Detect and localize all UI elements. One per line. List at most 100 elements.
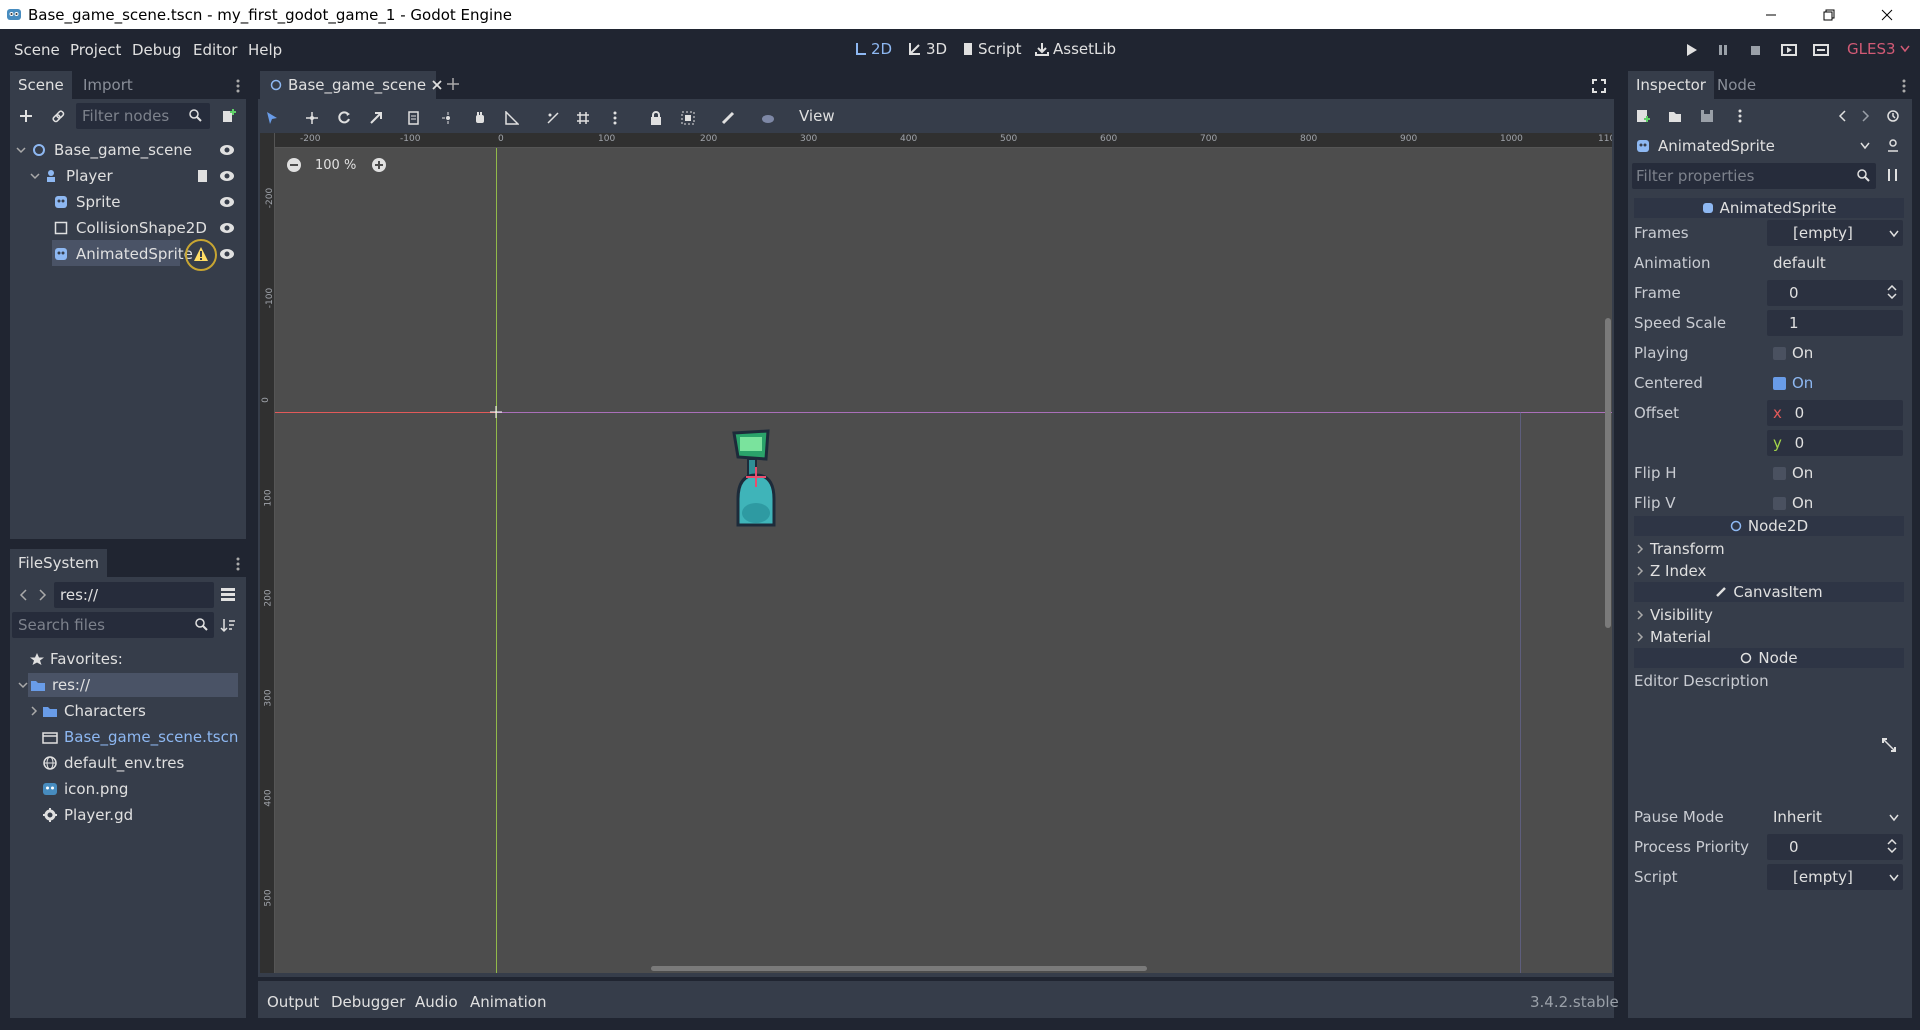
view-menu[interactable]: View — [799, 107, 835, 125]
attach-script-icon[interactable] — [221, 108, 237, 124]
select-tool-icon[interactable] — [261, 107, 283, 129]
spinner-icon[interactable] — [1887, 285, 1897, 299]
zoom-in-icon[interactable] — [371, 157, 387, 173]
prop-animation-value[interactable]: default — [1773, 254, 1826, 272]
path-field[interactable]: res:// — [54, 582, 214, 608]
script-icon[interactable] — [197, 169, 209, 183]
tab-animation[interactable]: Animation — [470, 993, 546, 1011]
add-node-icon[interactable] — [18, 108, 34, 124]
chevron-down-icon[interactable] — [30, 171, 40, 181]
dock-menu-icon[interactable] — [236, 557, 240, 571]
tab-node[interactable]: Node — [1709, 71, 1764, 99]
workspace-2d-button[interactable]: 2D — [855, 40, 892, 58]
menu-project[interactable]: Project — [70, 41, 121, 59]
tree-node-player[interactable]: Player — [30, 164, 113, 188]
play-icon[interactable] — [1684, 43, 1698, 57]
chevron-down-icon[interactable] — [18, 680, 28, 690]
pivot-tool-icon[interactable] — [437, 107, 459, 129]
spinner-icon[interactable] — [1887, 839, 1897, 853]
visibility-eye-icon[interactable] — [219, 221, 235, 235]
back-arrow-icon[interactable] — [18, 588, 28, 602]
smart-snap-icon[interactable] — [542, 107, 564, 129]
visibility-eye-icon[interactable] — [219, 195, 235, 209]
renderer-dropdown[interactable]: GLES3 — [1847, 40, 1910, 58]
chevron-down-icon[interactable] — [16, 145, 26, 155]
tab-debugger[interactable]: Debugger — [331, 993, 405, 1011]
prop-frame-value[interactable]: 0 — [1767, 280, 1903, 306]
grid-snap-icon[interactable] — [572, 107, 594, 129]
dock-menu-icon[interactable] — [236, 79, 240, 93]
more-options-icon[interactable] — [1738, 109, 1742, 123]
visibility-eye-icon[interactable] — [219, 143, 235, 157]
visibility-eye-icon[interactable] — [219, 247, 235, 261]
menu-scene[interactable]: Scene — [14, 41, 60, 59]
prop-frames-value[interactable]: [empty] — [1767, 220, 1903, 246]
favorites-row[interactable]: Favorites: — [30, 647, 123, 671]
group-visibility[interactable]: Visibility — [1636, 606, 1713, 624]
new-scene-tab-icon[interactable] — [446, 77, 460, 91]
close-icon[interactable] — [432, 80, 442, 90]
lock-icon[interactable] — [645, 107, 667, 129]
fs-item-res-root[interactable]: res:// — [18, 673, 90, 697]
fs-item-characters[interactable]: Characters — [30, 699, 146, 723]
workspace-assetlib-button[interactable]: AssetLib — [1035, 40, 1116, 58]
forward-arrow-icon[interactable] — [38, 588, 48, 602]
viewport[interactable]: -200 -100 0 100 200 300 400 500 600 700 … — [260, 133, 1612, 973]
prop-script-value[interactable]: [empty] — [1767, 864, 1903, 890]
snap-options-icon[interactable] — [604, 107, 626, 129]
tab-import[interactable]: Import — [75, 71, 141, 99]
instance-child-icon[interactable] — [50, 108, 66, 124]
prop-centered-checkbox[interactable]: On — [1773, 374, 1813, 392]
rotate-tool-icon[interactable] — [333, 107, 355, 129]
ruler-tool-icon[interactable] — [501, 107, 523, 129]
dock-menu-icon[interactable] — [1902, 79, 1906, 93]
skeleton-icon[interactable] — [717, 107, 739, 129]
open-folder-icon[interactable] — [1668, 109, 1682, 123]
group-material[interactable]: Material — [1636, 628, 1711, 646]
workspace-script-button[interactable]: Script — [962, 40, 1022, 58]
close-window-button[interactable] — [1864, 0, 1910, 29]
prop-fliph-checkbox[interactable]: On — [1773, 464, 1813, 482]
tree-node-base-game-scene[interactable]: Base_game_scene — [16, 138, 192, 162]
tab-output[interactable]: Output — [267, 993, 319, 1011]
tree-node-collisionshape2d[interactable]: CollisionShape2D — [54, 216, 207, 240]
history-back-icon[interactable] — [1837, 109, 1847, 123]
fs-item-default-env[interactable]: default_env.tres — [42, 751, 184, 775]
fs-item-icon-png[interactable]: icon.png — [42, 777, 128, 801]
pan-tool-icon[interactable] — [469, 107, 491, 129]
horizontal-scrollbar[interactable] — [651, 966, 1147, 971]
visibility-eye-icon[interactable] — [219, 169, 235, 183]
vertical-scrollbar[interactable] — [1605, 318, 1611, 628]
distraction-free-icon[interactable] — [1592, 79, 1606, 93]
prop-playing-checkbox[interactable]: On — [1773, 344, 1813, 362]
tree-node-animatedsprite[interactable]: AnimatedSprite — [54, 242, 193, 266]
fs-item-base-game-scene[interactable]: Base_game_scene.tscn — [42, 725, 238, 749]
menu-debug[interactable]: Debug — [132, 41, 181, 59]
group-zindex[interactable]: Z Index — [1636, 562, 1706, 580]
move-tool-icon[interactable] — [301, 107, 323, 129]
tab-audio[interactable]: Audio — [415, 993, 458, 1011]
zoom-out-icon[interactable] — [286, 157, 302, 173]
minimize-button[interactable] — [1748, 0, 1794, 29]
menu-help[interactable]: Help — [248, 41, 282, 59]
pause-icon[interactable] — [1716, 43, 1730, 57]
fs-item-player-gd[interactable]: Player.gd — [42, 803, 133, 827]
object-selector[interactable]: AnimatedSprite — [1632, 133, 1870, 159]
history-icon[interactable] — [1886, 109, 1900, 123]
search-files-input[interactable]: Search files — [12, 612, 214, 638]
zoom-level[interactable]: 100 % — [315, 158, 356, 173]
list-select-icon[interactable] — [404, 107, 426, 129]
prop-flipv-checkbox[interactable]: On — [1773, 494, 1813, 512]
group-transform[interactable]: Transform — [1636, 540, 1725, 558]
filter-properties-input[interactable]: Filter properties — [1632, 163, 1876, 189]
editor-description-textarea[interactable] — [1634, 694, 1870, 798]
menu-editor[interactable]: Editor — [193, 41, 237, 59]
restore-button[interactable] — [1806, 0, 1852, 29]
stop-icon[interactable] — [1748, 43, 1762, 57]
expand-icon[interactable] — [1882, 738, 1896, 752]
filter-nodes-input[interactable]: Filter nodes — [76, 103, 210, 129]
play-scene-icon[interactable] — [1781, 43, 1797, 57]
tree-node-sprite[interactable]: Sprite — [54, 190, 121, 214]
tab-filesystem[interactable]: FileSystem — [10, 549, 108, 577]
group-icon[interactable] — [677, 107, 699, 129]
